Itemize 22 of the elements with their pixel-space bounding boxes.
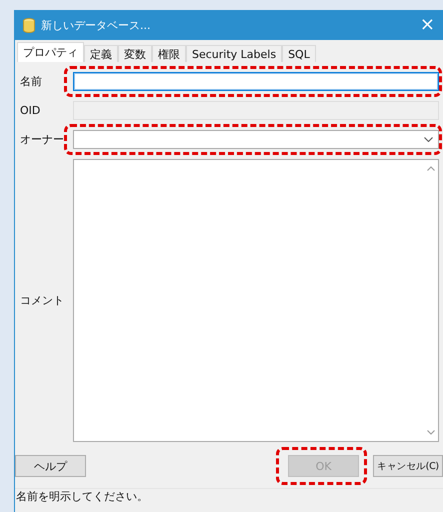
database-icon [23, 18, 35, 32]
chevron-down-icon [424, 137, 433, 142]
scroll-up-icon [426, 166, 434, 171]
dialog-button[interactable]: ヘルプ [15, 455, 86, 477]
text-field[interactable] [73, 72, 439, 91]
scroll-down-icon [426, 430, 434, 435]
dropdown-field[interactable] [73, 130, 439, 149]
comment-textarea[interactable] [73, 159, 439, 442]
tab[interactable]: 定義 [84, 45, 118, 62]
field-label: OID [20, 104, 42, 117]
dialog-button[interactable]: キャンセル(C) [373, 455, 443, 477]
tab[interactable]: プロパティ [17, 42, 84, 62]
tab[interactable]: 権限 [152, 45, 186, 62]
field-label: 名前 [20, 74, 43, 89]
window-title: 新しいデータベース... [41, 18, 152, 32]
field-label: コメント [20, 293, 65, 308]
tab[interactable]: 変数 [118, 45, 152, 62]
tab[interactable]: SQL [282, 45, 316, 62]
field-label: オーナー [20, 132, 65, 147]
status-text: 名前を明示してください。 [16, 489, 148, 504]
close-button[interactable]: × [416, 15, 439, 35]
tab[interactable]: Security Labels [186, 45, 282, 62]
